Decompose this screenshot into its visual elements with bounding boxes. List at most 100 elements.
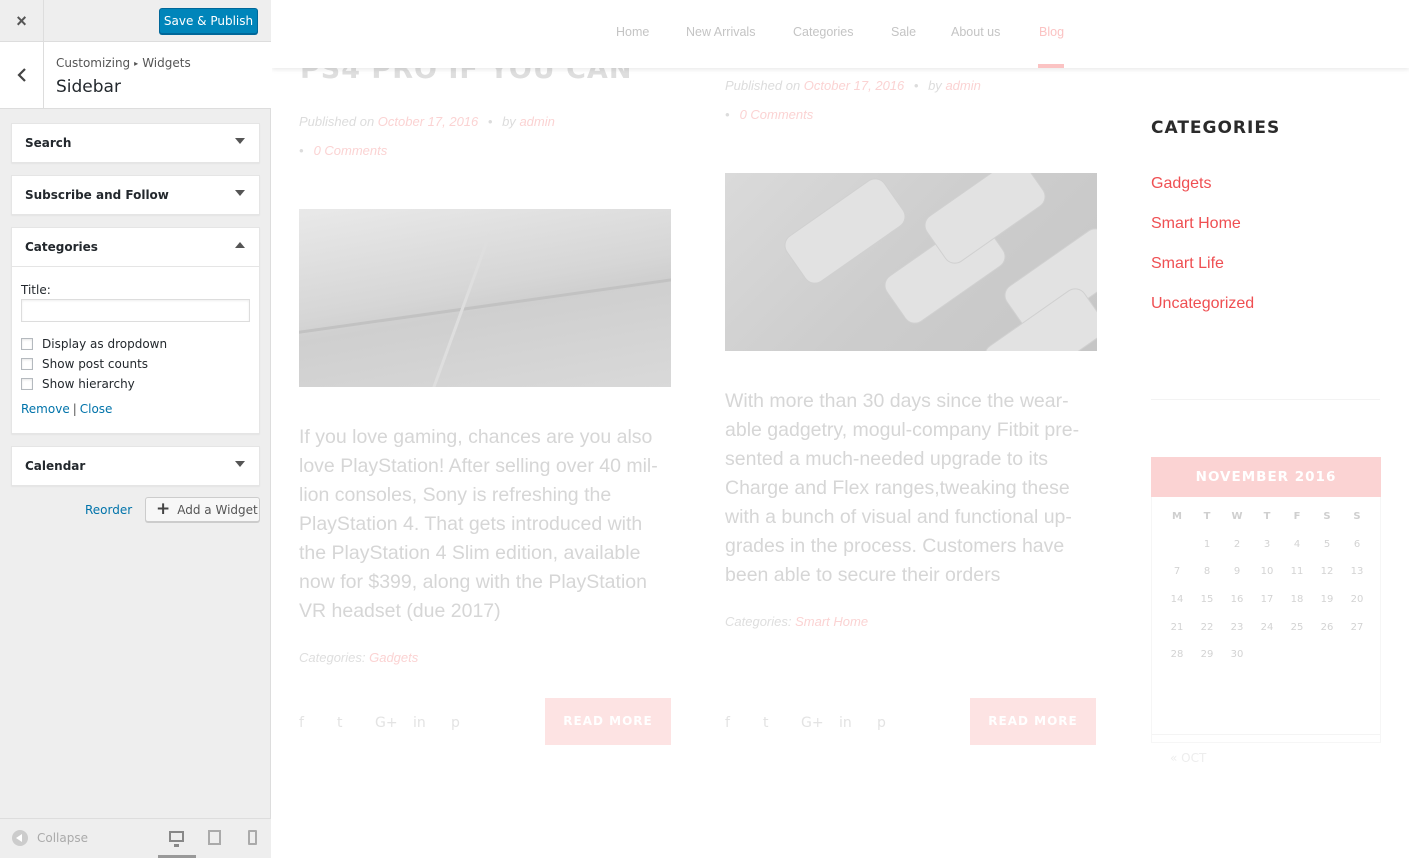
chevron-up-icon[interactable] (235, 242, 245, 248)
category-link[interactable]: Gadgets (369, 650, 418, 665)
title-field[interactable] (21, 299, 250, 322)
calendar-day: 6 (1353, 538, 1361, 550)
category-link[interactable]: Smart Home (795, 614, 868, 629)
excerpt-line: been able to secure their orders (725, 564, 1001, 586)
excerpt-line: now for $399, along with the PlayStation (299, 571, 647, 593)
checkbox-row[interactable]: Show post counts (21, 354, 250, 374)
add-widget-button[interactable]: + Add a Widget (145, 497, 260, 522)
nav-about-us[interactable]: About us (951, 25, 1000, 39)
facebook-icon[interactable]: f (725, 715, 763, 731)
post-author[interactable]: admin (945, 78, 980, 93)
post-comments[interactable]: • 0 Comments (725, 107, 813, 122)
mobile-preview-icon[interactable] (248, 830, 257, 845)
desktop-preview-icon[interactable] (169, 831, 184, 847)
post-date[interactable]: October 17, 2016 (378, 114, 478, 129)
post-author[interactable]: admin (519, 114, 554, 129)
plus-icon: + (156, 499, 171, 519)
section-title: Sidebar (56, 77, 121, 97)
calendar-prev-link[interactable]: « OCT (1170, 751, 1206, 765)
post-image-playstation[interactable] (299, 209, 671, 387)
collapse-button[interactable]: Collapse (12, 830, 88, 846)
save-publish-button[interactable]: Save & Publish (159, 8, 258, 34)
actions-separator: | (72, 402, 77, 416)
chevron-down-icon[interactable] (235, 138, 245, 144)
close-link[interactable]: Close (80, 402, 113, 416)
nav-home[interactable]: Home (616, 25, 649, 39)
linkedin-icon[interactable]: in (413, 715, 451, 731)
nav-new-arrivals[interactable]: New Arrivals (686, 25, 755, 39)
post-date[interactable]: October 17, 2016 (804, 78, 904, 93)
linkedin-icon[interactable]: in (839, 715, 877, 731)
calendar-grid: M T W T F S S 1 2 3 4 5 6 7 8 9 10 11 12 13 14 15 16 17 18 19 20 21… (1162, 503, 1380, 669)
category-link-uncategorized[interactable]: Uncategorized (1151, 295, 1254, 313)
checkbox-show-post-counts[interactable] (21, 358, 33, 370)
back-arrow-icon[interactable] (0, 42, 44, 108)
nav-categories[interactable]: Categories (793, 25, 853, 39)
calendar-day: 4 (1293, 538, 1301, 550)
remove-link[interactable]: Remove (21, 402, 70, 416)
calendar-day: 14 (1170, 594, 1184, 606)
reorder-link[interactable]: Reorder (85, 503, 132, 517)
meta-dot: • (913, 78, 919, 93)
google-plus-icon[interactable]: G+ (375, 715, 413, 731)
calendar-day: 17 (1260, 594, 1274, 606)
post-comments[interactable]: • 0 Comments (299, 143, 387, 158)
calendar-day: 2 (1233, 538, 1241, 550)
excerpt-line: VR headset (due 2017) (299, 600, 501, 622)
widget-calendar-toggle[interactable]: Calendar (12, 447, 259, 485)
calendar-day: 7 (1173, 566, 1181, 578)
widget-search-toggle[interactable]: Search (12, 124, 259, 162)
calendar-day: 28 (1170, 649, 1184, 661)
chevron-down-icon[interactable] (235, 461, 245, 467)
published-prefix: Published on (299, 114, 375, 129)
read-more-button[interactable]: READ MORE (545, 698, 671, 745)
phone-shape (779, 173, 911, 289)
excerpt-line: able gadgetry, mogul-company Fitbit pre- (725, 419, 1080, 441)
calendar-divider (1152, 734, 1380, 735)
widget-subscribe-toggle[interactable]: Subscribe and Follow (12, 176, 259, 214)
chevron-down-icon[interactable] (235, 190, 245, 196)
widget-actions: Remove | Close (21, 402, 250, 416)
categories-prefix: Categories: (725, 614, 792, 629)
widget-label: Subscribe and Follow (25, 188, 169, 202)
published-prefix: Published on (725, 78, 801, 93)
category-link-gadgets[interactable]: Gadgets (1151, 175, 1211, 193)
twitter-icon[interactable]: t (337, 715, 375, 731)
checkbox-row[interactable]: Show hierarchy (21, 374, 250, 394)
close-icon[interactable]: × (0, 0, 44, 42)
tablet-preview-icon[interactable] (208, 830, 221, 845)
calendar-day: 20 (1350, 594, 1364, 606)
checkbox-display-dropdown[interactable] (21, 338, 33, 350)
category-link-smart-life[interactable]: Smart Life (1151, 255, 1224, 273)
category-link-smart-home[interactable]: Smart Home (1151, 215, 1241, 233)
categories-prefix: Categories: (299, 650, 366, 665)
excerpt-line: If you love gaming, chances are you also (299, 426, 653, 448)
calendar-weekday: T (1263, 511, 1271, 522)
collapse-label: Collapse (37, 831, 88, 845)
comments-link[interactable]: 0 Comments (314, 143, 388, 158)
widget-categories-toggle[interactable]: Categories (12, 228, 259, 266)
pinterest-icon[interactable]: p (451, 715, 489, 731)
nav-blog[interactable]: Blog (1039, 25, 1064, 39)
calendar-day: 22 (1200, 621, 1214, 633)
pinterest-icon[interactable]: p (877, 715, 915, 731)
excerpt-line: PlayStation 4. That gets introduced with (299, 513, 643, 535)
post-image-iphones[interactable] (725, 173, 1097, 351)
calendar-weekday: W (1231, 511, 1243, 522)
nav-sale[interactable]: Sale (891, 25, 916, 39)
comments-link[interactable]: 0 Comments (740, 107, 814, 122)
calendar-day: 8 (1203, 566, 1211, 578)
calendar-widget: NOVEMBER 2016 M T W T F S S 1 2 3 4 5 6 7 8 9 10 11 12 13 14… (1151, 457, 1381, 765)
checkbox-show-hierarchy[interactable] (21, 378, 33, 390)
read-more-button[interactable]: READ MORE (970, 698, 1096, 745)
excerpt-line: lion consoles, Sony is refreshing the (299, 484, 612, 506)
widget-label: Categories (25, 240, 98, 254)
twitter-icon[interactable]: t (763, 715, 801, 731)
facebook-icon[interactable]: f (299, 715, 337, 731)
checkbox-label: Display as dropdown (42, 337, 168, 351)
nav-active-indicator (1038, 64, 1064, 68)
google-plus-icon[interactable]: G+ (801, 715, 839, 731)
excerpt-line: Charge and Flex ranges,tweaking these (725, 477, 1070, 499)
checkbox-row[interactable]: Display as dropdown (21, 334, 250, 354)
widget-categories-form: Title: Display as dropdown Show post cou… (12, 266, 259, 433)
